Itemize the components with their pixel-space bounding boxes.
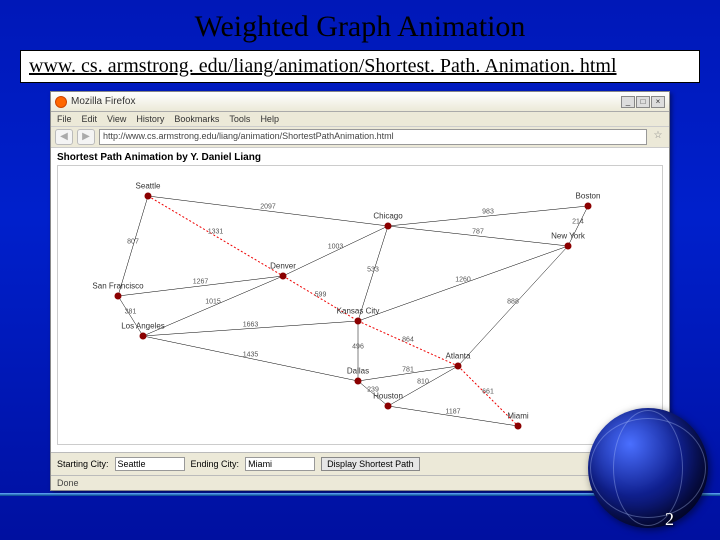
controls-bar: Starting City: Ending City: Display Shor… bbox=[51, 452, 669, 475]
edge-weight-dallas-houston: 239 bbox=[367, 386, 379, 393]
page-number: 2 bbox=[665, 509, 674, 530]
maximize-button[interactable]: □ bbox=[636, 96, 650, 108]
url-textbox: www. cs. armstrong. edu/liang/animation/… bbox=[20, 50, 700, 83]
status-bar: Done ◢ bbox=[51, 475, 669, 490]
node-dallas bbox=[355, 378, 362, 385]
display-path-button[interactable]: Display Shortest Path bbox=[321, 457, 420, 471]
node-sf bbox=[115, 293, 122, 300]
edge-weight-houston-miami: 1187 bbox=[445, 409, 460, 416]
edge-weight-houston-atlanta: 810 bbox=[417, 379, 429, 386]
edge-weight-kc-chicago: 533 bbox=[367, 266, 379, 273]
globe-decoration bbox=[588, 408, 708, 528]
edge-kc-ny bbox=[358, 246, 568, 321]
node-label-dallas: Dallas bbox=[347, 367, 369, 376]
edge-ny-atlanta bbox=[458, 246, 568, 366]
node-atlanta bbox=[455, 363, 462, 370]
node-miami bbox=[515, 423, 522, 430]
window-title: Mozilla Firefox bbox=[71, 96, 621, 107]
menu-bar: File Edit View History Bookmarks Tools H… bbox=[51, 112, 669, 127]
edge-kc-atlanta bbox=[358, 321, 458, 366]
back-button[interactable]: ◀ bbox=[55, 129, 73, 145]
node-label-atlanta: Atlanta bbox=[446, 352, 471, 361]
menu-view[interactable]: View bbox=[107, 114, 126, 124]
node-seattle bbox=[145, 193, 152, 200]
page-content: Shortest Path Animation by Y. Daniel Lia… bbox=[51, 148, 669, 452]
node-label-seattle: Seattle bbox=[136, 182, 161, 191]
edge-weight-sf-la: 381 bbox=[125, 309, 137, 316]
edge-weight-chicago-ny: 787 bbox=[472, 229, 484, 236]
node-label-la: Los Angeles bbox=[121, 322, 165, 331]
menu-edit[interactable]: Edit bbox=[82, 114, 98, 124]
menu-file[interactable]: File bbox=[57, 114, 72, 124]
edge-weight-kc-atlanta: 864 bbox=[402, 336, 414, 343]
firefox-icon bbox=[55, 96, 67, 108]
close-button[interactable]: × bbox=[651, 96, 665, 108]
node-label-kc: Kansas City bbox=[337, 307, 380, 316]
node-label-chicago: Chicago bbox=[373, 212, 402, 221]
menu-tools[interactable]: Tools bbox=[229, 114, 250, 124]
node-ny bbox=[565, 243, 572, 250]
menu-history[interactable]: History bbox=[136, 114, 164, 124]
node-label-ny: New York bbox=[551, 232, 585, 241]
edge-weight-dallas-atlanta: 781 bbox=[402, 366, 414, 373]
forward-button[interactable]: ▶ bbox=[77, 129, 95, 145]
address-bar[interactable]: http://www.cs.armstrong.edu/liang/animat… bbox=[99, 129, 647, 145]
edge-weight-atlanta-miami: 661 bbox=[482, 389, 494, 396]
browser-window: Mozilla Firefox _ □ × File Edit View His… bbox=[50, 91, 670, 491]
edge-weight-boston-ny: 214 bbox=[572, 219, 584, 226]
node-denver bbox=[280, 273, 287, 280]
menu-help[interactable]: Help bbox=[260, 114, 279, 124]
node-label-miami: Miami bbox=[507, 412, 528, 421]
edge-weight-la-kc: 1663 bbox=[243, 321, 259, 328]
end-city-input[interactable] bbox=[245, 457, 315, 471]
status-text: Done bbox=[57, 478, 79, 488]
minimize-button[interactable]: _ bbox=[621, 96, 635, 108]
slide-title: Weighted Graph Animation bbox=[0, 0, 720, 50]
start-city-input[interactable] bbox=[115, 457, 185, 471]
node-label-denver: Denver bbox=[270, 262, 296, 271]
edge-weight-seattle-sf: 807 bbox=[127, 239, 139, 246]
node-boston bbox=[585, 203, 592, 210]
window-titlebar: Mozilla Firefox _ □ × bbox=[51, 92, 669, 112]
node-chicago bbox=[385, 223, 392, 230]
edge-weight-seattle-denver: 1331 bbox=[208, 229, 224, 236]
node-kc bbox=[355, 318, 362, 325]
edge-la-dallas bbox=[143, 336, 358, 381]
node-la bbox=[140, 333, 147, 340]
start-city-label: Starting City: bbox=[57, 459, 109, 469]
edge-weight-la-denver: 1015 bbox=[205, 299, 221, 306]
node-label-boston: Boston bbox=[576, 192, 601, 201]
menu-bookmarks[interactable]: Bookmarks bbox=[174, 114, 219, 124]
edge-weight-denver-kc: 599 bbox=[315, 291, 327, 298]
node-label-sf: San Francisco bbox=[92, 282, 143, 291]
end-city-label: Ending City: bbox=[191, 459, 240, 469]
edge-weight-seattle-chicago: 2097 bbox=[260, 204, 276, 211]
nav-toolbar: ◀ ▶ http://www.cs.armstrong.edu/liang/an… bbox=[51, 127, 669, 148]
edge-seattle-chicago bbox=[148, 196, 388, 226]
edge-weight-chicago-boston: 983 bbox=[482, 209, 494, 216]
node-houston bbox=[385, 403, 392, 410]
graph-canvas: Seattle San Francisco Los Angeles Denver Kan… bbox=[57, 165, 663, 445]
edge-weight-sf-denver: 1267 bbox=[193, 279, 209, 286]
edge-weight-kc-dallas: 496 bbox=[352, 344, 364, 351]
edge-weight-ny-atlanta: 888 bbox=[507, 299, 519, 306]
bookmark-star-icon[interactable]: ☆ bbox=[651, 130, 665, 144]
edge-weight-kc-ny: 1260 bbox=[455, 276, 471, 283]
edges-layer bbox=[58, 166, 662, 444]
edge-weight-la-dallas: 1435 bbox=[243, 351, 259, 358]
edge-weight-denver-chicago: 1003 bbox=[328, 244, 344, 251]
applet-heading: Shortest Path Animation by Y. Daniel Lia… bbox=[57, 152, 663, 163]
